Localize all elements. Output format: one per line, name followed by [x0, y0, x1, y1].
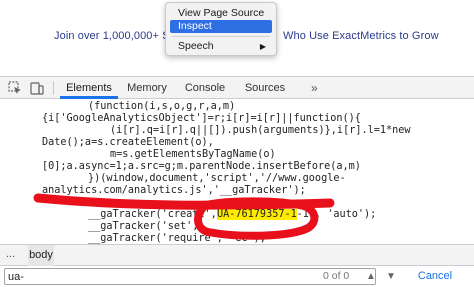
breadcrumb-item-body[interactable]: body: [28, 245, 54, 266]
search-next-icon[interactable]: ▼: [382, 268, 400, 285]
menu-item-label: Inspect: [178, 20, 212, 32]
more-tabs-icon[interactable]: »: [311, 77, 318, 99]
toolbar-separator: [53, 81, 54, 95]
tab-memory[interactable]: Memory: [124, 77, 170, 99]
devtools-toolbar: Elements Memory Console Sources »: [0, 76, 474, 99]
search-result-count: 0 of 0: [323, 270, 350, 282]
inspect-element-icon[interactable]: [8, 81, 22, 95]
context-menu: View Page Source Inspect Speech ▶: [165, 2, 277, 56]
code-line: __gaTracker('require', 'ec');: [88, 233, 266, 244]
banner-text-left: Join over 1,000,000+ Sm: [54, 30, 179, 42]
search-highlight: UA-76179357-1: [217, 209, 297, 221]
code-line: {i['GoogleAnalyticsObject']=r;i[r]=i[r]|…: [42, 113, 361, 124]
search-previous-icon[interactable]: ▲: [362, 268, 380, 285]
code-line: m=s.getElementsByTagName(o): [110, 149, 276, 160]
cancel-button[interactable]: Cancel: [408, 268, 462, 285]
code-line: analytics.com/analytics.js','__gaTracker…: [42, 185, 306, 196]
breadcrumb: ... body: [0, 244, 474, 266]
menu-item-label: View Page Source: [178, 7, 265, 19]
code-line: (i[r].q=i[r].q||[]).push(arguments)},i[r…: [110, 125, 411, 136]
menu-separator: [172, 36, 270, 37]
submenu-arrow-icon: ▶: [259, 42, 266, 51]
code-line: __gaTracker('set',: [88, 221, 199, 232]
code-line: Date();a=s.createElement(o),: [42, 137, 214, 148]
source-code-panel: (function(i,s,o,g,r,a,m) {i['GoogleAnaly…: [0, 99, 474, 244]
menu-item-speech[interactable]: Speech ▶: [170, 40, 272, 53]
breadcrumb-more[interactable]: ...: [6, 248, 15, 260]
menu-item-inspect[interactable]: Inspect: [170, 20, 272, 33]
code-line: [0];a.async=1;a.src=g;m.parentNode.inser…: [42, 161, 361, 172]
menu-item-label: Speech: [178, 40, 214, 52]
tab-sources[interactable]: Sources: [240, 77, 290, 99]
search-input[interactable]: [4, 268, 376, 285]
banner-text-right: Who Use ExactMetrics to Grow: [283, 30, 439, 42]
device-toolbar-icon[interactable]: [30, 81, 44, 95]
highlighted-ua-id: UA-76179357-1: [217, 209, 297, 220]
find-bar: 0 of 0 ▲ ▼ Cancel: [0, 266, 474, 287]
tab-console[interactable]: Console: [181, 77, 229, 99]
code-line: })(window,document,'script','//www.googl…: [88, 173, 346, 184]
menu-item-view-page-source[interactable]: View Page Source: [170, 7, 272, 20]
code-line: (function(i,s,o,g,r,a,m): [88, 101, 236, 112]
